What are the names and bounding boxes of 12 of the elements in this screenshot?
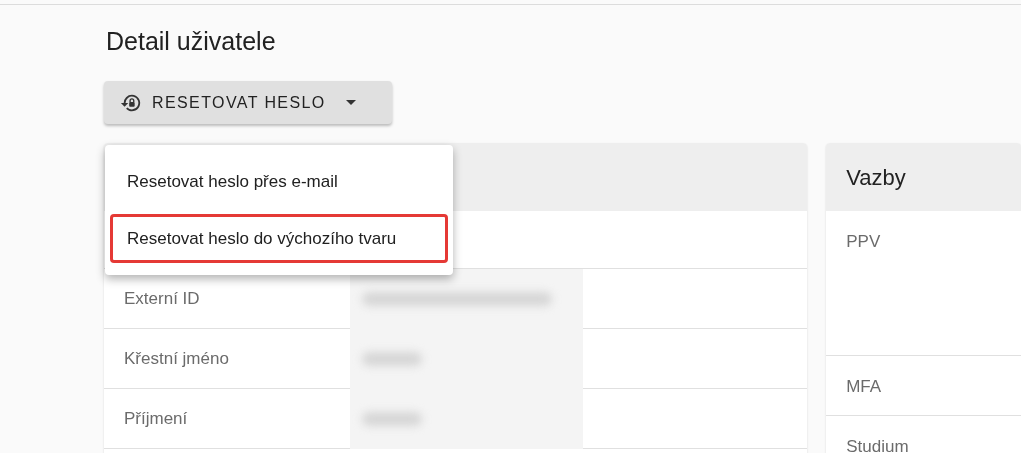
field-label: Studium (846, 437, 909, 453)
menu-item[interactable]: Resetovat heslo přes e-mail (110, 157, 448, 206)
reset-password-button[interactable]: RESETOVAT HESLO (104, 81, 392, 124)
field-label: Křestní jméno (124, 347, 230, 370)
menu-item[interactable]: Resetovat heslo do výchozího tvaru (110, 214, 448, 263)
field-label: Příjmení (124, 407, 189, 430)
card-title: Vazby (846, 163, 906, 192)
page-title: Detail uživatele (106, 26, 277, 56)
caret-icon (345, 100, 356, 105)
field-label: Externí ID (124, 287, 201, 310)
field-label: MFA (846, 377, 882, 396)
field-label: PPV (846, 232, 881, 251)
